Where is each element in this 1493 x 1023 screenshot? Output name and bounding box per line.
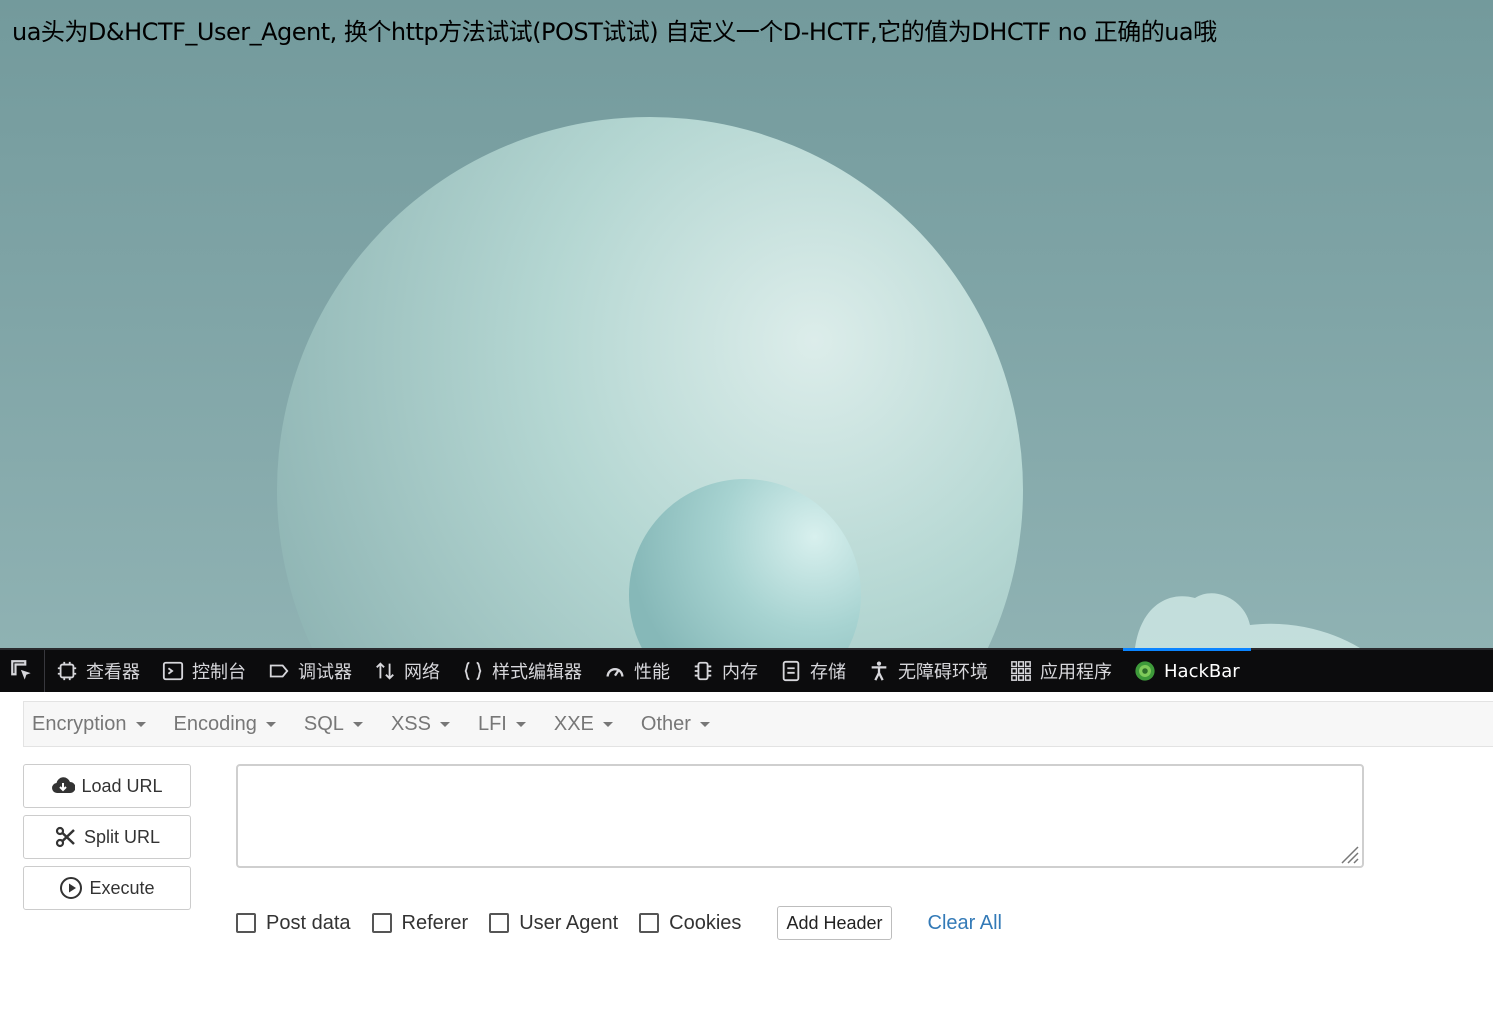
tab-label: 网络	[404, 662, 440, 683]
button-label: Load URL	[81, 775, 163, 796]
tab-label: 样式编辑器	[492, 662, 582, 683]
referer-checkbox[interactable]	[371, 913, 392, 933]
tab-memory[interactable]: 内存	[681, 650, 769, 692]
storage-icon	[782, 660, 800, 682]
debugger-icon	[269, 664, 289, 678]
caret-down-icon	[699, 721, 710, 727]
menu-label: Other	[640, 712, 691, 735]
element-picker-icon	[11, 660, 31, 680]
menu-label: XXE	[553, 712, 594, 735]
performance-icon	[606, 668, 624, 677]
cookies-checkbox[interactable]	[639, 913, 660, 933]
caret-down-icon	[352, 721, 363, 727]
tab-console[interactable]: 控制台	[151, 650, 257, 692]
inspector-icon	[57, 661, 77, 681]
add-header-button[interactable]: Add Header	[777, 906, 892, 940]
menu-xss[interactable]: XSS	[391, 713, 450, 736]
tab-label: 性能	[634, 662, 670, 683]
post-data-option[interactable]: Post data	[236, 912, 351, 935]
menu-label: SQL	[303, 712, 344, 735]
network-icon	[376, 662, 394, 680]
web-page-viewport: ua头为D&HCTF_User_Agent, 换个http方法试试(POST试试…	[0, 0, 1493, 648]
caret-down-icon	[439, 721, 450, 727]
scissors-icon	[55, 826, 75, 848]
tab-label: HackBar	[1164, 660, 1240, 682]
planet-background-image	[277, 117, 1360, 648]
menu-encryption[interactable]: Encryption	[32, 713, 146, 736]
tab-label: 无障碍环境	[898, 662, 988, 683]
option-label: Referer	[401, 911, 469, 934]
user-agent-checkbox[interactable]	[489, 913, 510, 933]
tab-hackbar[interactable]: HackBar	[1123, 648, 1251, 692]
tab-label: 控制台	[192, 662, 246, 683]
referer-option[interactable]: Referer	[371, 911, 469, 935]
element-picker-button[interactable]	[0, 650, 45, 692]
style-editor-icon	[464, 661, 482, 681]
tab-label: 查看器	[86, 662, 140, 683]
menu-lfi[interactable]: LFI	[478, 713, 526, 736]
tab-network[interactable]: 网络	[363, 650, 451, 692]
page-message: ua头为D&HCTF_User_Agent, 换个http方法试试(POST试试…	[12, 18, 1217, 46]
execute-button[interactable]: Execute	[23, 866, 191, 910]
caret-down-icon	[515, 721, 526, 727]
memory-icon	[694, 661, 712, 681]
hackbar-options: Post data Referer User Agent Cookies Add…	[236, 906, 1002, 940]
cloud-download-icon	[52, 777, 76, 793]
tab-label: 应用程序	[1040, 662, 1112, 683]
option-label: User Agent	[519, 911, 619, 934]
accessibility-icon	[871, 661, 887, 681]
caret-down-icon	[265, 721, 276, 727]
menu-label: Encoding	[173, 712, 257, 735]
post-data-checkbox[interactable]	[236, 913, 256, 933]
cookies-option[interactable]: Cookies	[639, 912, 741, 935]
load-url-button[interactable]: Load URL	[23, 764, 191, 808]
caret-down-icon	[135, 721, 146, 727]
resize-grip-icon[interactable]	[1338, 843, 1360, 865]
menu-encoding[interactable]: Encoding	[174, 713, 276, 736]
hackbar-menu-bar: Encryption Encoding SQL XSS LFI XXE Othe…	[23, 701, 1493, 747]
button-label: Split URL	[83, 826, 161, 847]
tab-debugger[interactable]: 调试器	[257, 650, 363, 692]
option-label: Post data	[266, 911, 351, 934]
menu-label: Encryption	[32, 712, 127, 735]
menu-xxe[interactable]: XXE	[554, 713, 613, 736]
tab-inspector[interactable]: 查看器	[45, 650, 151, 692]
menu-label: LFI	[477, 712, 507, 735]
play-circle-icon	[60, 877, 83, 899]
tab-label: 内存	[722, 662, 758, 683]
tab-accessibility[interactable]: 无障碍环境	[857, 650, 999, 692]
devtools-toolbar: 查看器 控制台 调试器 网络 样式编辑器 性能 内存 存储 无障碍环境 应用程序…	[0, 648, 1493, 692]
option-label: Cookies	[669, 911, 742, 934]
button-label: Execute	[89, 877, 155, 898]
tab-label: 调试器	[298, 662, 352, 683]
caret-down-icon	[602, 721, 613, 727]
menu-label: XSS	[390, 712, 431, 735]
application-icon	[1011, 661, 1031, 681]
user-agent-option[interactable]: User Agent	[489, 912, 618, 935]
console-icon	[162, 661, 184, 681]
tab-label: 存储	[810, 662, 846, 683]
url-textarea[interactable]	[236, 764, 1364, 868]
tab-performance[interactable]: 性能	[593, 650, 681, 692]
tab-style-editor[interactable]: 样式编辑器	[451, 650, 593, 692]
tab-application[interactable]: 应用程序	[999, 650, 1123, 692]
menu-sql[interactable]: SQL	[304, 713, 363, 736]
split-url-button[interactable]: Split URL	[23, 815, 191, 859]
menu-other[interactable]: Other	[641, 713, 710, 736]
tab-storage[interactable]: 存储	[769, 650, 857, 692]
hackbar-icon	[1135, 661, 1155, 681]
clear-all-link[interactable]: Clear All	[928, 912, 1002, 935]
